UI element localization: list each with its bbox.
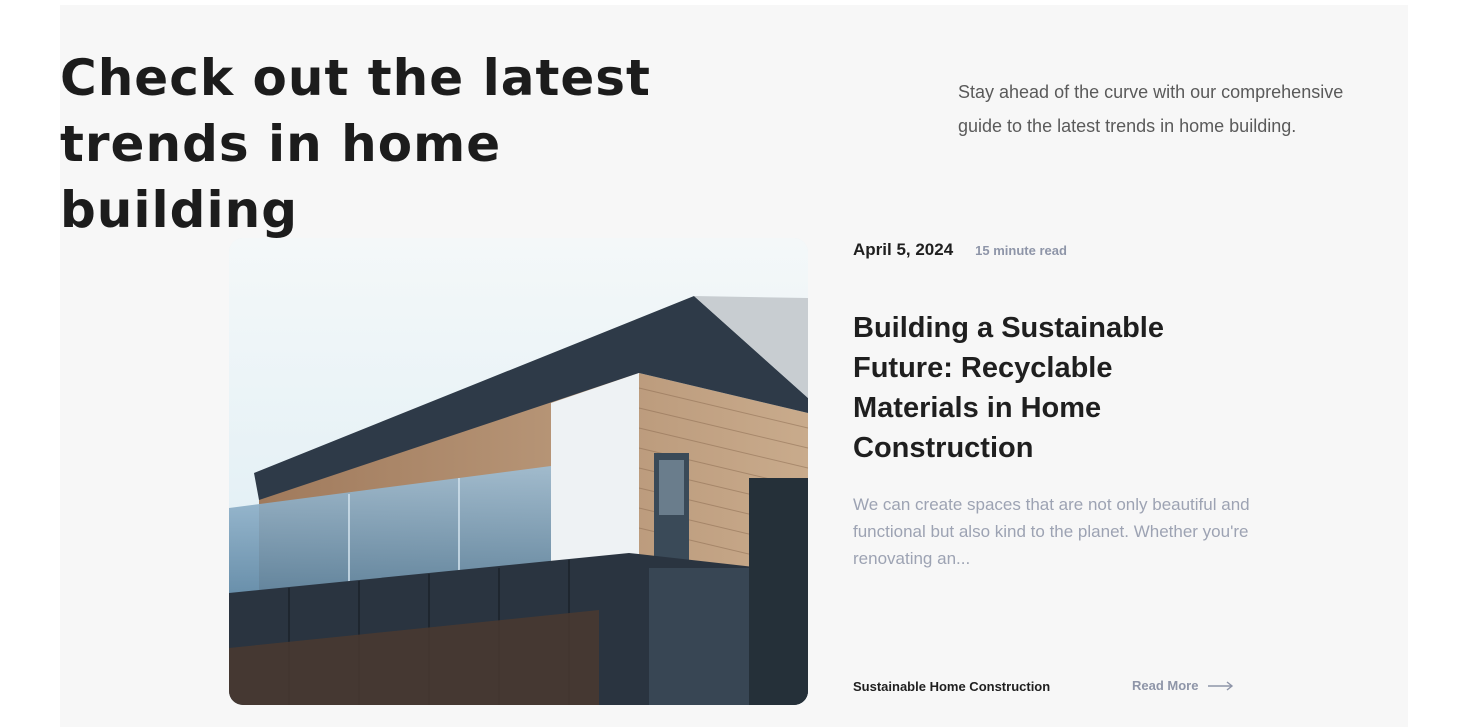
post-read-time: 15 minute read: [975, 242, 1067, 258]
section-heading: Check out the latest trends in home buil…: [60, 49, 651, 239]
house-photo: [229, 238, 808, 705]
blog-section: Check out the latest trends in home buil…: [60, 5, 1408, 727]
post-excerpt: We can create spaces that are not only b…: [853, 495, 1250, 568]
post-title[interactable]: Building a Sustainable Future: Recyclabl…: [853, 308, 1233, 468]
post-date: April 5, 2024: [853, 240, 954, 259]
read-more-link[interactable]: Read More: [1132, 678, 1234, 693]
post-category-link[interactable]: Sustainable Home Construction: [853, 679, 1050, 694]
section-intro: Stay ahead of the curve with our compreh…: [958, 82, 1344, 136]
post-meta: April 5, 2024 15 minute read: [853, 237, 1067, 263]
arrow-right-icon: [1208, 680, 1234, 691]
read-more-label: Read More: [1132, 678, 1199, 693]
post-image[interactable]: [229, 238, 808, 705]
